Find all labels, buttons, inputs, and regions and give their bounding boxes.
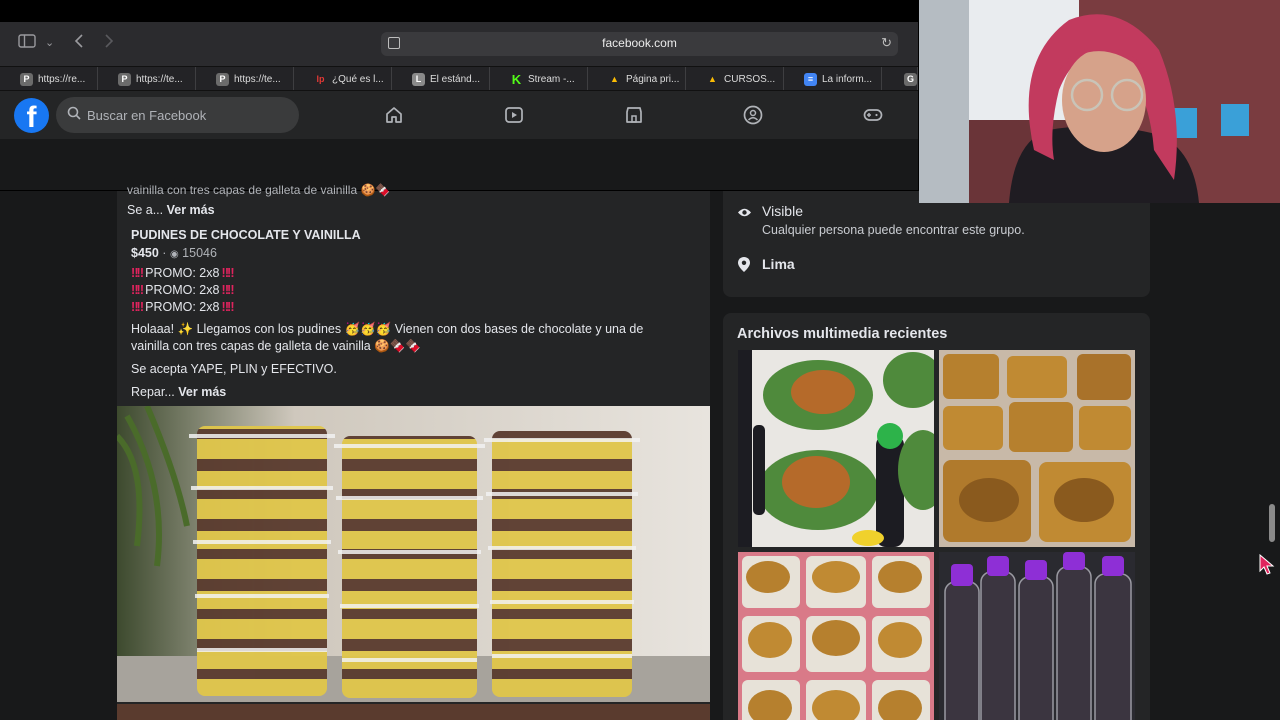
search-input[interactable] <box>87 97 292 133</box>
marketplace-post: vainilla con tres capas de galleta de va… <box>117 183 710 720</box>
see-more-link-1[interactable]: Ver más <box>167 203 215 217</box>
gaming-icon[interactable] <box>863 105 883 125</box>
next-post-photo[interactable] <box>117 704 710 720</box>
chevron-down-icon[interactable]: ⌄ <box>45 34 54 52</box>
search-icon <box>67 106 81 123</box>
double-exclamation-icon: ‼‼ <box>221 300 234 314</box>
post-price-row: $450 · ◉ 15046 <box>131 246 217 260</box>
promo-text-2: PROMO: 2x8 <box>145 283 220 297</box>
media-thumb-2[interactable] <box>939 350 1135 547</box>
tab-8[interactable]: ▲ CURSOS... <box>686 67 784 90</box>
tab-1-favicon-icon: P <box>20 72 33 86</box>
search-box[interactable] <box>56 97 299 133</box>
tab-4-label: ¿Qué es l... <box>332 73 384 85</box>
tab-9[interactable]: ≡ La inform... <box>784 67 882 90</box>
tab-8-label: CURSOS... <box>724 73 776 85</box>
mouse-cursor-icon <box>1259 553 1275 581</box>
post-photo-pudding-cups[interactable] <box>117 406 710 702</box>
promo-line-1: ‼‼ PROMO: 2x8 ‼‼ <box>131 266 236 280</box>
reload-icon[interactable]: ↻ <box>881 35 892 51</box>
forward-arrow-icon[interactable] <box>104 34 114 53</box>
home-icon[interactable] <box>384 105 404 125</box>
browser-toolbar: ⌄ facebook.com ↻ <box>0 22 918 66</box>
tab-7-favicon-icon: ▲ <box>610 73 619 84</box>
price-separator: · <box>162 246 167 260</box>
promo-text-1: PROMO: 2x8 <box>145 266 220 280</box>
tab-6-label: Stream -... <box>528 73 575 85</box>
double-exclamation-icon: ‼‼ <box>131 266 144 280</box>
watch-video-icon[interactable] <box>504 105 524 125</box>
group-about-card: Visible Cualquier persona puede encontra… <box>723 191 1150 297</box>
tab-2[interactable]: P https://te... <box>98 67 196 90</box>
see-more-link-2[interactable]: Ver más <box>178 385 226 399</box>
double-exclamation-icon: ‼‼ <box>221 283 234 297</box>
sidebar-toggle-icon[interactable] <box>18 34 36 53</box>
post-zip: 15046 <box>182 246 217 260</box>
visibility-description: Cualquier persona puede encontrar este g… <box>762 223 1025 237</box>
tab-2-label: https://te... <box>136 73 183 85</box>
tab-3[interactable]: P https://te... <box>196 67 294 90</box>
tab-7[interactable]: ▲ Página pri... <box>588 67 686 90</box>
media-thumb-4[interactable] <box>939 552 1135 720</box>
page-content: vainilla con tres capas de galleta de va… <box>0 183 1280 720</box>
media-thumb-3[interactable] <box>738 552 934 720</box>
post-prev-excerpt: Se a... Ver más <box>127 203 215 217</box>
tab-3-label: https://te... <box>234 73 281 85</box>
double-exclamation-icon: ‼‼ <box>221 266 234 280</box>
tab-10-favicon-icon: G <box>904 72 917 86</box>
tab-4[interactable]: lp ¿Qué es l... <box>294 67 392 90</box>
tab-3-favicon-icon: P <box>216 72 229 86</box>
tab-5-label: El estánd... <box>430 73 481 85</box>
address-bar[interactable]: facebook.com ↻ <box>381 32 898 56</box>
promo-line-2: ‼‼ PROMO: 2x8 ‼‼ <box>131 283 236 297</box>
post-description-line-2: vainilla con tres capas de galleta de va… <box>131 339 421 353</box>
post-title[interactable]: PUDINES DE CHOCOLATE Y VAINILLA <box>131 228 361 242</box>
group-location: Lima <box>762 256 795 272</box>
marketplace-icon[interactable] <box>624 105 644 125</box>
facebook-header: f <box>0 91 918 139</box>
groups-icon[interactable] <box>743 105 763 125</box>
tab-7-label: Página pri... <box>626 73 680 85</box>
excerpt-text: Repar... <box>131 385 175 399</box>
tab-10[interactable]: G <box>882 67 918 90</box>
tab-8-favicon-icon: ▲ <box>708 73 717 84</box>
recent-media-heading: Archivos multimedia recientes <box>737 326 948 342</box>
tab-9-label: La inform... <box>822 73 873 85</box>
window-titlebar <box>0 0 918 22</box>
double-exclamation-icon: ‼‼ <box>131 300 144 314</box>
page-scrollbar-thumb[interactable] <box>1269 504 1275 542</box>
post-price: $450 <box>131 246 159 260</box>
location-pin-icon: ◉ <box>169 249 179 260</box>
tab-1[interactable]: P https://re... <box>0 67 98 90</box>
tab-5-favicon-icon: L <box>412 72 425 86</box>
eye-icon <box>737 205 752 223</box>
address-url[interactable]: facebook.com <box>381 36 898 50</box>
media-thumb-1[interactable] <box>738 350 934 547</box>
prev-excerpt-text: Se a... <box>127 203 164 217</box>
visibility-title: Visible <box>762 203 803 219</box>
promo-line-3: ‼‼ PROMO: 2x8 ‼‼ <box>131 300 236 314</box>
back-arrow-icon[interactable] <box>74 34 84 53</box>
tab-4-favicon-icon: lp <box>316 73 325 84</box>
tab-bar: P https://re... P https://te... P https:… <box>0 66 918 91</box>
webcam-overlay <box>919 0 1280 203</box>
post-payment-methods: Se acepta YAPE, PLIN y EFECTIVO. <box>131 362 337 376</box>
post-description-line-1: Holaaa! ✨ Llegamos con los pudines 🥳🥳🥳 V… <box>131 322 644 336</box>
location-pin-icon <box>738 257 750 277</box>
post-truncated-line: vainilla con tres capas de galleta de va… <box>127 183 391 197</box>
double-exclamation-icon: ‼‼ <box>131 283 144 297</box>
tab-2-favicon-icon: P <box>118 72 131 86</box>
recent-media-card: Archivos multimedia recientes <box>723 313 1150 720</box>
post-excerpt: Repar... Ver más <box>131 385 226 399</box>
tab-5[interactable]: L El estánd... <box>392 67 490 90</box>
tab-9-favicon-icon: ≡ <box>804 72 817 86</box>
tab-6[interactable]: K Stream -... <box>490 67 588 90</box>
promo-text-3: PROMO: 2x8 <box>145 300 220 314</box>
page-scrollbar[interactable] <box>1268 191 1276 720</box>
tab-6-favicon-icon: K <box>511 71 522 87</box>
facebook-logo-icon[interactable]: f <box>14 98 49 134</box>
tab-1-label: https://re... <box>38 73 86 85</box>
